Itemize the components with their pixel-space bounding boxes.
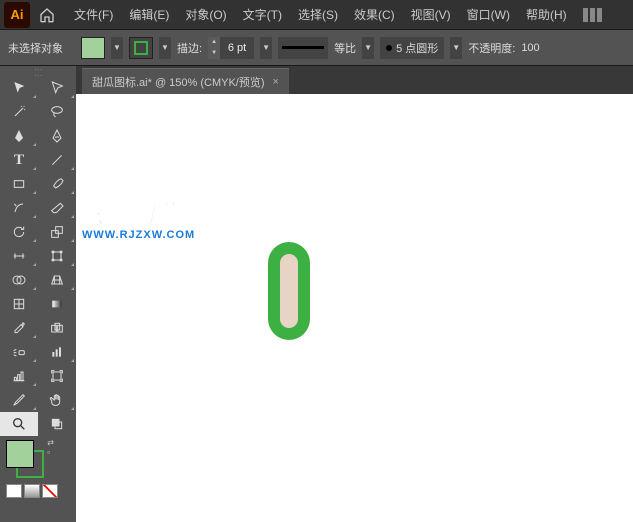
top-menu-bar: Ai 文件(F) 编辑(E) 对象(O) 文字(T) 选择(S) 效果(C) 视… — [0, 0, 633, 30]
stroke-weight-dropdown-icon[interactable]: ▼ — [260, 37, 272, 59]
opacity-value[interactable]: 100 — [521, 42, 539, 54]
main-area: T ⇄▫ — [0, 66, 633, 522]
opacity-label: 不透明度: — [468, 40, 515, 56]
fill-stroke-toggle[interactable] — [38, 412, 76, 436]
draw-modes — [0, 482, 76, 500]
width-tool[interactable] — [0, 244, 38, 268]
fill-color-swatch[interactable] — [81, 37, 105, 59]
cap-dropdown-icon[interactable]: ▼ — [362, 37, 374, 59]
perspective-grid-tool[interactable] — [38, 268, 76, 292]
watermark: 软件自学网 WWW.RJZXW.COM — [76, 194, 211, 241]
workspace-icon[interactable] — [583, 8, 603, 22]
menu-window[interactable]: 窗口(W) — [459, 0, 518, 30]
free-transform-tool[interactable] — [38, 244, 76, 268]
stroke-weight-input[interactable]: ▲▼ 6 pt — [208, 37, 254, 59]
tools-grid: T — [0, 76, 76, 436]
rotate-tool[interactable] — [0, 220, 38, 244]
stroke-color-swatch[interactable] — [129, 37, 153, 59]
app-logo: Ai — [4, 2, 30, 28]
mesh-tool[interactable] — [0, 292, 38, 316]
stroke-label: 描边: — [177, 40, 202, 56]
blend-tool[interactable] — [38, 316, 76, 340]
selection-tool[interactable] — [0, 76, 38, 100]
eraser-tool[interactable] — [38, 196, 76, 220]
gradient-tool[interactable] — [38, 292, 76, 316]
line-tool[interactable] — [38, 148, 76, 172]
watermark-title: 软件自学网 — [79, 194, 207, 231]
tool-panel: T ⇄▫ — [0, 66, 76, 522]
direct-selection-tool[interactable] — [38, 76, 76, 100]
menu-edit[interactable]: 编辑(E) — [121, 0, 177, 30]
draw-normal-mode[interactable] — [6, 484, 22, 498]
slice-tool[interactable] — [0, 388, 38, 412]
scale-tool[interactable] — [38, 220, 76, 244]
bar-graph-tool[interactable] — [0, 364, 38, 388]
stroke-dropdown-icon[interactable]: ▼ — [159, 37, 171, 59]
column-graph-tool[interactable] — [38, 340, 76, 364]
fill-color-box[interactable] — [6, 440, 34, 468]
menu-view[interactable]: 视图(V) — [403, 0, 459, 30]
shape-builder-tool[interactable] — [0, 268, 38, 292]
stroke-style-preview[interactable] — [278, 37, 328, 59]
profile-dropdown-icon[interactable]: ▼ — [450, 37, 462, 59]
curvature-tool[interactable] — [38, 124, 76, 148]
panel-grip-icon[interactable] — [0, 66, 76, 76]
artwork-shape-inner — [280, 254, 298, 328]
artboard-tool[interactable] — [38, 364, 76, 388]
draw-behind-mode[interactable] — [24, 484, 40, 498]
draw-inside-mode[interactable] — [42, 484, 58, 498]
eyedropper-tool[interactable] — [0, 316, 38, 340]
home-icon[interactable] — [34, 2, 60, 28]
symbol-sprayer-tool[interactable] — [0, 340, 38, 364]
fill-dropdown-icon[interactable]: ▼ — [111, 37, 123, 59]
menu-file[interactable]: 文件(F) — [66, 0, 121, 30]
menu-object[interactable]: 对象(O) — [177, 0, 234, 30]
brush-profile[interactable]: 5 点圆形 — [380, 37, 444, 59]
paintbrush-tool[interactable] — [38, 172, 76, 196]
shaper-tool[interactable] — [0, 196, 38, 220]
lasso-tool[interactable] — [38, 100, 76, 124]
menu-effect[interactable]: 效果(C) — [346, 0, 403, 30]
hand-tool[interactable] — [38, 388, 76, 412]
menu-help[interactable]: 帮助(H) — [518, 0, 575, 30]
cap-label: 等比 — [334, 40, 356, 56]
zoom-tool[interactable] — [0, 412, 38, 436]
selection-status: 未选择对象 — [8, 40, 63, 56]
magic-wand-tool[interactable] — [0, 100, 38, 124]
canvas[interactable]: 软件自学网 WWW.RJZXW.COM — [76, 94, 633, 522]
menu-select[interactable]: 选择(S) — [290, 0, 346, 30]
rectangle-tool[interactable] — [0, 172, 38, 196]
type-tool[interactable]: T — [0, 148, 38, 172]
color-picker: ⇄▫ — [0, 436, 76, 482]
pen-tool[interactable] — [0, 124, 38, 148]
swap-colors-icon[interactable]: ⇄▫ — [47, 438, 54, 457]
menu-type[interactable]: 文字(T) — [235, 0, 290, 30]
control-bar: 未选择对象 ▼ ▼ 描边: ▲▼ 6 pt ▼ 等比 ▼ 5 点圆形 ▼ 不透明… — [0, 30, 633, 66]
artwork-shape[interactable] — [268, 242, 310, 340]
